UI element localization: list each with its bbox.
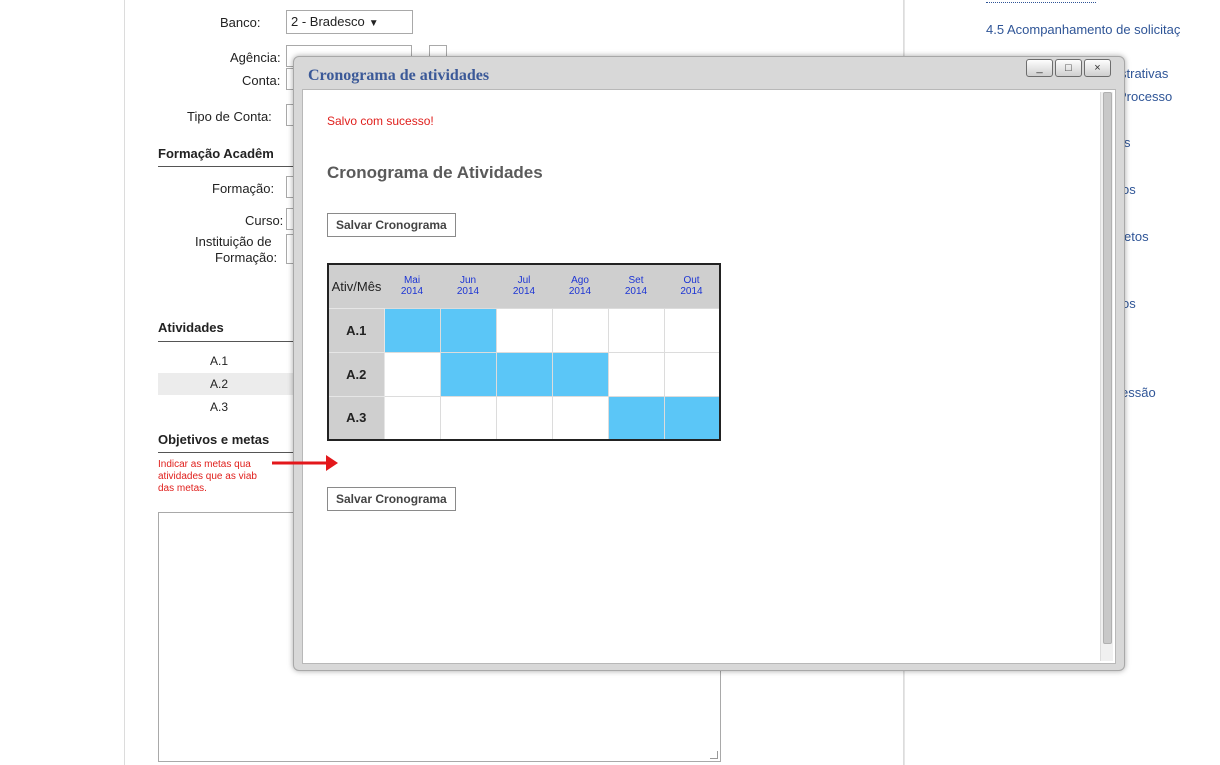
month-header-jul: Jul 2014 xyxy=(496,264,552,308)
schedule-cell[interactable] xyxy=(383,395,441,441)
left-gutter xyxy=(0,0,125,765)
formation-label: Formação: xyxy=(212,181,275,196)
academic-section-title: Formação Acadêm xyxy=(158,146,274,161)
annotation-arrow-icon xyxy=(272,455,338,471)
schedule-cell-selected[interactable] xyxy=(383,307,441,353)
activity-row-header: A.2 xyxy=(327,351,385,397)
sidebar-link[interactable]: Processo xyxy=(1118,89,1172,104)
modal-title: Cronograma de atividades xyxy=(308,67,490,84)
sidebar-link[interactable]: etos xyxy=(1124,229,1149,244)
account-type-label: Tipo de Conta: xyxy=(187,109,272,124)
sidebar-link-acompanhamento[interactable]: 4.5 Acompanhamento de solicitaç xyxy=(986,22,1180,37)
schedule-cell[interactable] xyxy=(551,307,609,353)
sidebar-link[interactable]: essão xyxy=(1121,385,1156,400)
activity-row-header: A.1 xyxy=(327,307,385,353)
save-schedule-button-top[interactable]: Salvar Cronograma xyxy=(327,213,456,237)
modal-body: Salvo com sucesso! Cronograma de Ativida… xyxy=(302,89,1116,664)
activity-row-header: A.3 xyxy=(327,395,385,441)
schedule-cell-selected[interactable] xyxy=(551,351,609,397)
month-name: Set xyxy=(628,275,644,287)
objectives-note-line: Indicar as metas qua xyxy=(158,459,251,470)
save-schedule-button-bottom[interactable]: Salvar Cronograma xyxy=(327,487,456,511)
scrollbar-thumb[interactable] xyxy=(1103,92,1112,644)
activity-label: A.2 xyxy=(210,377,229,391)
activity-row[interactable]: A.1 xyxy=(158,350,298,372)
minimize-icon[interactable]: _ xyxy=(1026,59,1053,77)
month-header-mai: Mai 2014 xyxy=(384,264,440,308)
objectives-note-line: das metas. xyxy=(158,483,207,494)
activity-row[interactable]: A.3 xyxy=(158,396,298,418)
section-divider xyxy=(158,341,294,342)
section-divider xyxy=(158,166,294,167)
schedule-table: Ativ/Mês Mai 2014 Jun 2014 Jul 2014 Ago 2014… xyxy=(327,263,721,441)
institution-label-line1: Instituição de xyxy=(195,234,272,249)
month-header-jun: Jun 2014 xyxy=(440,264,496,308)
schedule-cell[interactable] xyxy=(663,307,721,353)
schedule-cell[interactable] xyxy=(607,307,665,353)
bank-select[interactable]: 2 - Bradesco ▼ xyxy=(286,10,413,34)
month-year: 2014 xyxy=(456,286,480,298)
institution-label-line2: Formação: xyxy=(215,250,278,265)
month-header-set: Set 2014 xyxy=(608,264,664,308)
schedule-row: A.2 xyxy=(327,351,721,397)
modal-scrollbar[interactable] xyxy=(1100,92,1113,661)
month-name: Ago xyxy=(571,275,589,287)
schedule-body: A.1 A.2 A.3 xyxy=(327,307,721,441)
schedule-cell[interactable] xyxy=(383,351,441,397)
schedule-cell-selected[interactable] xyxy=(663,395,721,441)
schedule-header-row: Ativ/Mês Mai 2014 Jun 2014 Jul 2014 Ago 2014… xyxy=(328,264,720,308)
month-name: Mai xyxy=(403,275,421,287)
agency-label: Agência: xyxy=(230,50,281,65)
course-label: Curso: xyxy=(245,213,284,228)
month-header-ago: Ago 2014 xyxy=(552,264,608,308)
objectives-section-title: Objetivos e metas xyxy=(158,432,270,447)
month-name: Jul xyxy=(517,275,531,287)
sidebar-link[interactable]: strativas xyxy=(1120,66,1168,81)
month-header-out: Out 2014 xyxy=(664,264,720,308)
activity-label: A.1 xyxy=(210,354,229,368)
schedule-row: A.1 xyxy=(327,307,721,353)
bank-label: Banco: xyxy=(220,15,261,30)
schedule-cell[interactable] xyxy=(495,307,553,353)
success-message: Salvo com sucesso! xyxy=(327,114,434,128)
account-label: Conta: xyxy=(242,73,281,88)
cut-off-link xyxy=(986,0,1106,4)
activities-section-title: Atividades xyxy=(158,320,224,335)
activity-row[interactable]: A.2 xyxy=(158,373,298,395)
schedule-cell-selected[interactable] xyxy=(439,351,497,397)
schedule-heading: Cronograma de Atividades xyxy=(327,163,543,182)
objectives-note-line: atividades que as viab xyxy=(158,471,257,482)
bank-select-value: 2 - Bradesco xyxy=(291,14,365,29)
month-year: 2014 xyxy=(512,286,536,298)
maximize-icon[interactable]: □ xyxy=(1055,59,1082,77)
month-name: Jun xyxy=(459,275,477,287)
month-year: 2014 xyxy=(680,286,703,298)
close-icon[interactable]: × xyxy=(1084,59,1111,77)
schedule-cell-selected[interactable] xyxy=(439,307,497,353)
resize-grip-icon[interactable] xyxy=(710,751,718,759)
schedule-cell[interactable] xyxy=(607,351,665,397)
month-year: 2014 xyxy=(624,286,648,298)
month-year: 2014 xyxy=(400,286,424,298)
schedule-cell-selected[interactable] xyxy=(607,395,665,441)
activity-label: A.3 xyxy=(210,400,229,414)
schedule-cell[interactable] xyxy=(495,395,553,441)
window-controls: _ □ × xyxy=(1026,59,1116,83)
schedule-cell[interactable] xyxy=(439,395,497,441)
schedule-cell[interactable] xyxy=(663,351,721,397)
schedule-cell[interactable] xyxy=(551,395,609,441)
month-year: 2014 xyxy=(568,286,592,298)
month-name: Out xyxy=(683,275,700,287)
corner-header: Ativ/Mês xyxy=(328,264,384,308)
schedule-modal: Cronograma de atividades _ □ × Salvo com… xyxy=(293,56,1125,671)
dropdown-arrow-icon: ▼ xyxy=(368,18,379,29)
schedule-cell-selected[interactable] xyxy=(495,351,553,397)
schedule-row: A.3 xyxy=(327,395,721,441)
